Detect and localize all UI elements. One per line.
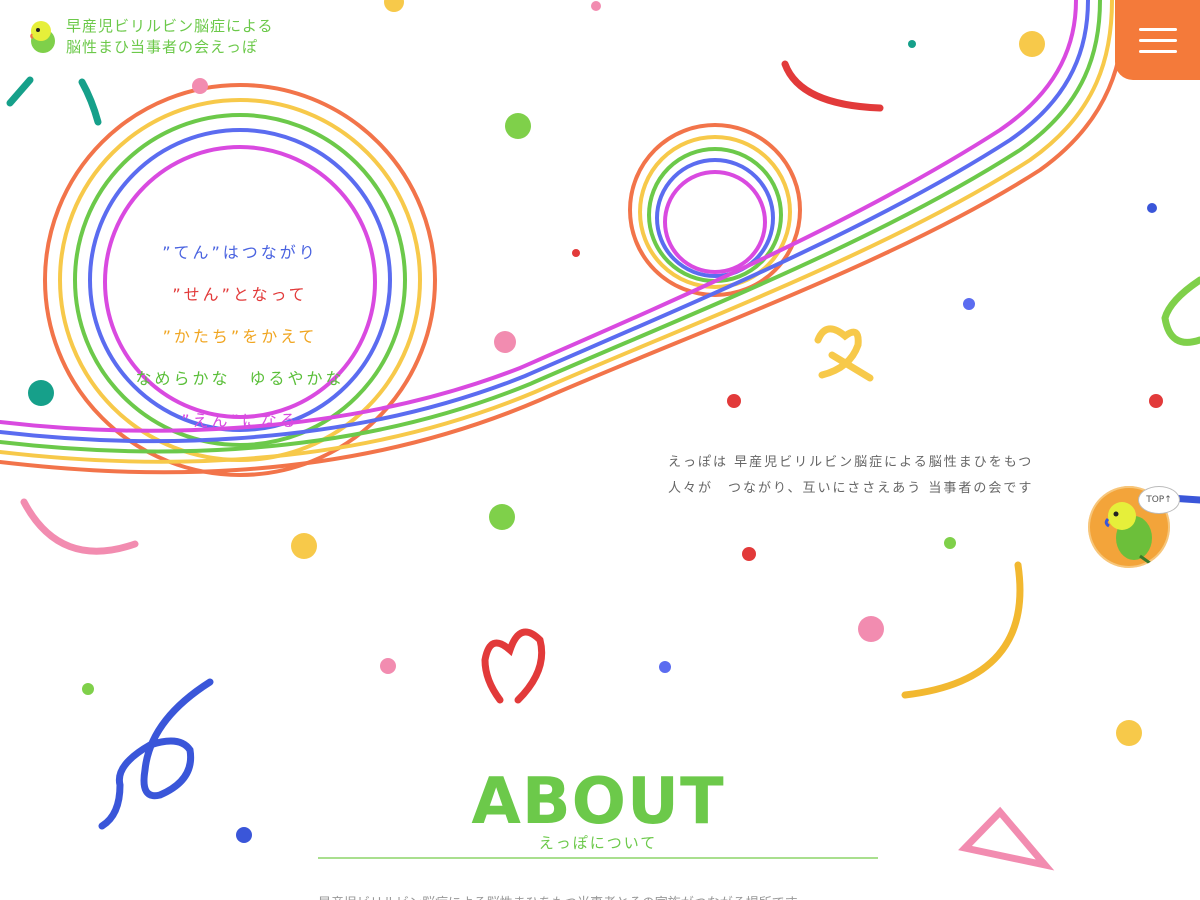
- about-heading: ABOUT: [471, 765, 725, 839]
- site-logo[interactable]: 早産児ビリルビン脳症による 脳性まひ当事者の会えっぽ: [28, 16, 274, 58]
- logo-line-1: 早産児ビリルビン脳症による: [66, 17, 274, 35]
- top-label-bubble: TOP↑: [1138, 486, 1180, 514]
- hero-poem: ”てん”はつながり ”せん”となって ”かたち”をかえて なめらかな ゆるやかな…: [130, 238, 350, 448]
- about-subheading: えっぽについて: [538, 834, 658, 852]
- poem-line-1: ”てん”はつながり: [162, 243, 318, 262]
- poem-line-2: ”せん”となって: [172, 285, 308, 304]
- hamburger-bar: [1138, 38, 1177, 42]
- tagline-line-1: えっぽは 早産児ビリルビン脳症による脳性まひをもつ: [668, 455, 1034, 470]
- poem-line-5: ”えん”になる: [181, 411, 299, 430]
- hero-tagline: えっぽは 早産児ビリルビン脳症による脳性まひをもつ 人々が つながり、互いにささ…: [668, 450, 1068, 502]
- about-divider: [318, 857, 878, 859]
- poem-line-3: ”かたち”をかえて: [162, 327, 318, 346]
- tagline-line-2: 人々が つながり、互いにささえあう 当事者の会です: [668, 481, 1034, 496]
- poem-line-4: なめらかな ゆるやかな: [135, 369, 345, 388]
- parakeet-icon: [30, 21, 55, 53]
- about-text: 早産児ビリルビン脳症による脳性まひをもつ当事者とその家族がつながる場所です。: [318, 892, 878, 900]
- hamburger-bar: [1138, 49, 1177, 53]
- logo-line-2: 脳性まひ当事者の会えっぽ: [66, 38, 259, 56]
- hamburger-menu-icon: [1138, 27, 1177, 31]
- hamburger-menu-button[interactable]: [1115, 0, 1200, 80]
